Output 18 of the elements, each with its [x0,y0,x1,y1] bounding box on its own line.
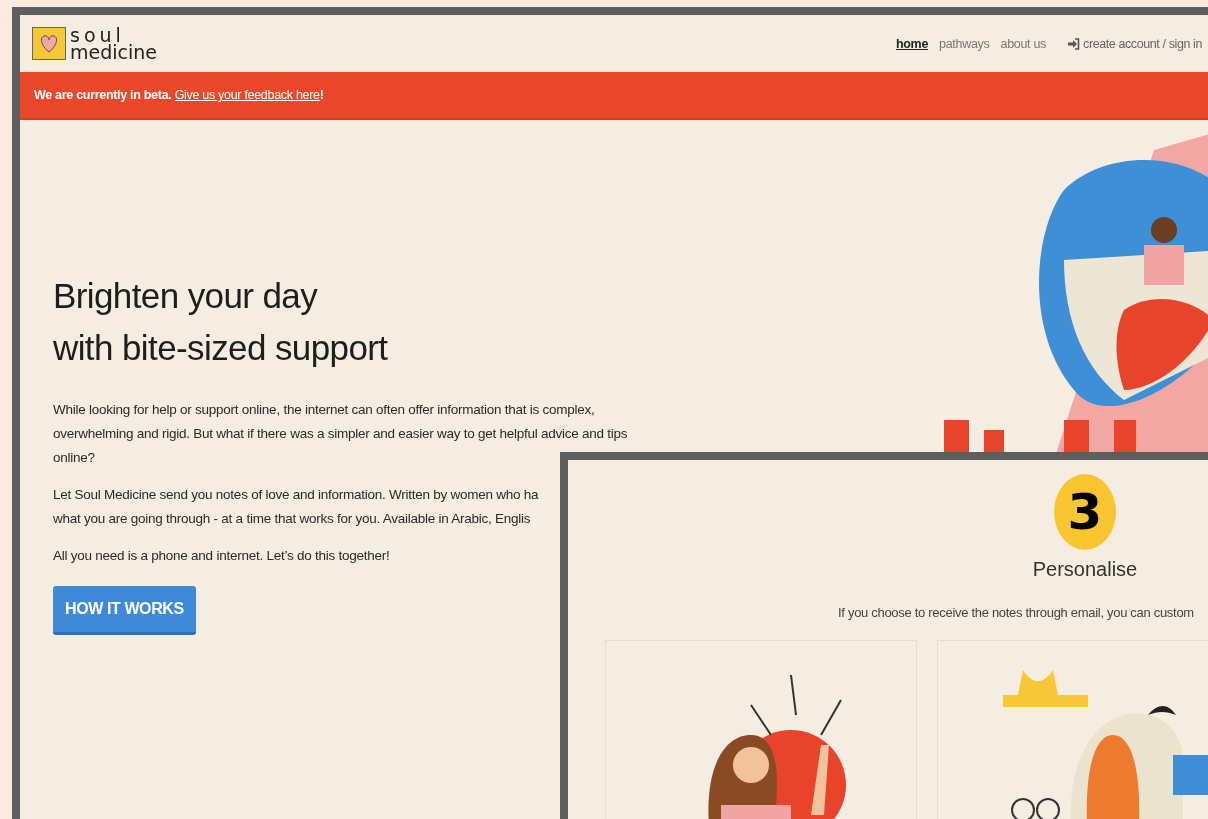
account-link[interactable]: create account / sign in [1067,36,1202,51]
logo-text: medicine [70,43,157,60]
sign-in-icon [1067,37,1081,50]
beta-notice: We are currently in beta. Give us your feedback here! [34,88,324,102]
intro-paragraph: While looking for help or support online, the internet can often offer information that is complex, overwhelming and rigid. But what if there was a simpler and easier way to get helpful advice and tips online? [53,401,629,467]
nav-link[interactable]: home [895,36,929,51]
intro-paragraph: Let Soul Medicine send you notes of love and information. Written by women who ha what you are going through - at a time that works for you. Available in Arabic, Englis [53,486,540,528]
step-number: 3 [1054,474,1116,550]
hero-title: Brighten your day with bite-sized support [53,275,389,369]
how-it-works-button[interactable]: HOW IT WORKS [53,586,196,635]
feedback-link[interactable]: Give us your feedback here [174,88,320,102]
heart-logo-icon [32,27,66,60]
step-title: Personalise [1032,558,1138,581]
logo-text: soul [70,27,125,44]
nav-link[interactable]: pathways [939,36,990,51]
intro-paragraph: All you need is a phone and internet. Let’s do this together! [53,547,391,565]
step-description: If you choose to receive the notes through email, you can custom [838,605,1195,620]
nav-link[interactable]: about us [1000,36,1047,51]
